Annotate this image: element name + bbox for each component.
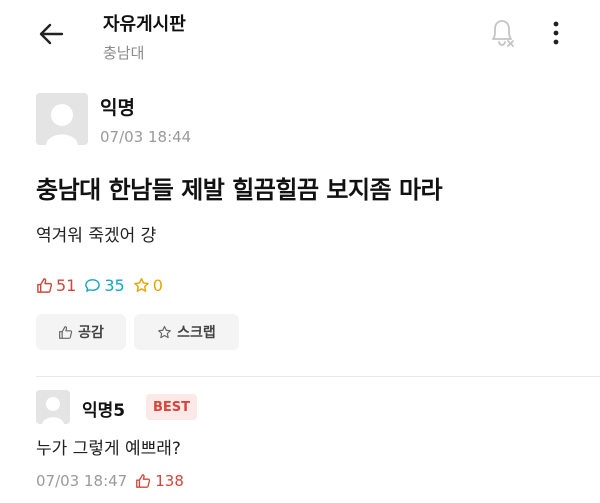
comments-divider	[36, 376, 600, 377]
board-title: 자유게시판	[103, 14, 186, 35]
like-count-value: 51	[56, 275, 77, 295]
board-subtitle: 충남대	[103, 44, 145, 62]
app-header: 자유게시판 충남대	[0, 0, 600, 70]
comment-author-avatar	[36, 390, 70, 424]
comment-meta: 07/03 18:47 138	[36, 472, 184, 490]
bell-off-icon	[492, 20, 514, 47]
comment-like-count: 138	[135, 472, 184, 490]
comment-like-value: 138	[155, 472, 184, 490]
comment-date: 07/03 18:47	[36, 472, 128, 490]
like-count: 51	[36, 276, 76, 295]
post-author-name: 익명	[100, 97, 135, 119]
best-badge: BEST	[146, 394, 198, 420]
comment-author-name: 익명5	[82, 401, 126, 421]
thumbs-up-icon	[136, 474, 151, 488]
default-profile-icon	[36, 390, 70, 424]
like-button[interactable]: 공감	[36, 314, 126, 350]
more-vertical-icon	[553, 21, 559, 45]
default-profile-icon	[36, 93, 88, 145]
thumbs-up-icon	[37, 277, 53, 293]
speech-bubble-icon	[85, 278, 101, 292]
scrap-button[interactable]: 스크랩	[134, 314, 239, 350]
more-options-button[interactable]	[548, 18, 564, 48]
scrap-button-label: 스크랩	[177, 325, 216, 341]
thumbs-up-icon	[59, 325, 73, 339]
scrap-count-value: 0	[152, 275, 163, 295]
post-stats: 51 35 0	[36, 275, 171, 295]
post-body: 역겨워 죽겠어 걍	[36, 226, 157, 246]
back-arrow-icon	[39, 23, 64, 45]
notification-toggle-button[interactable]	[488, 17, 516, 49]
comment-count-value: 35	[104, 275, 125, 295]
scrap-count: 0	[133, 276, 163, 295]
comment-text: 누가 그렇게 예쁘래?	[36, 439, 181, 459]
comment-count: 35	[84, 275, 125, 295]
back-button[interactable]	[36, 20, 66, 48]
post-title: 충남대 한남들 제발 힐끔힐끔 보지좀 마라	[36, 176, 443, 204]
star-icon	[158, 325, 172, 338]
post-date: 07/03 18:44	[100, 128, 192, 146]
post-author-avatar	[36, 93, 88, 145]
star-icon	[133, 277, 149, 292]
like-button-label: 공감	[78, 325, 104, 341]
